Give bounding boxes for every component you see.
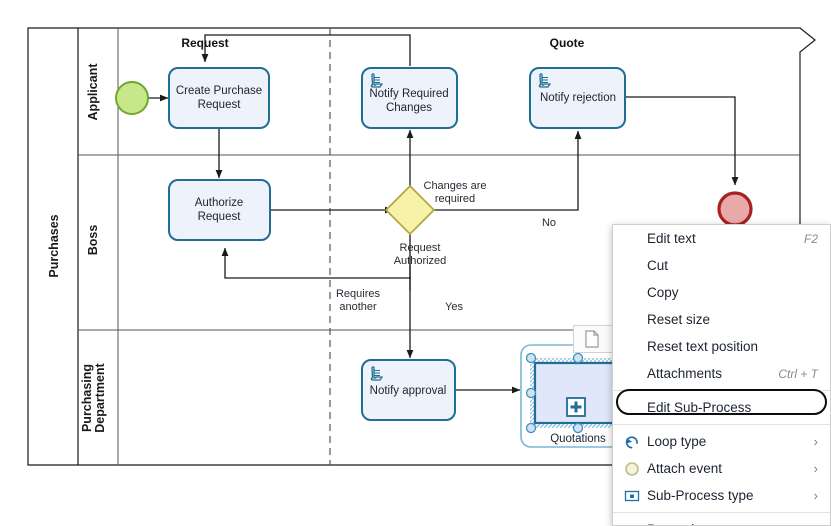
- menu-icon-placeholder: [621, 338, 643, 356]
- menu-separator: [613, 390, 830, 391]
- menu-item-properties[interactable]: Properties F4: [613, 516, 830, 526]
- menu-item-reset-text-position[interactable]: Reset text position: [613, 333, 830, 360]
- task-authorize-request[interactable]: Authorize Request: [169, 180, 270, 240]
- svg-text:Changes: Changes: [386, 102, 432, 114]
- menu-separator: [613, 424, 830, 425]
- lane-label-purchasing-department: Purchasing Department: [80, 362, 107, 432]
- start-event[interactable]: [116, 82, 148, 114]
- menu-item-reset-size[interactable]: Reset size: [613, 306, 830, 333]
- menu-item-edit-sub-process[interactable]: Edit Sub-Process: [613, 394, 830, 421]
- menu-icon-placeholder: [621, 230, 643, 248]
- menu-icon-placeholder: [621, 399, 643, 417]
- svg-text:Create Purchase: Create Purchase: [176, 85, 262, 97]
- svg-text:Request: Request: [400, 242, 441, 254]
- phase-label-quote: Quote: [550, 36, 585, 50]
- menu-item-cut[interactable]: Cut: [613, 252, 830, 279]
- menu-item-attachments[interactable]: Attachments Ctrl + T: [613, 360, 830, 387]
- task-label: Notify approval: [370, 385, 447, 397]
- menu-item-label: Attachments: [647, 366, 768, 381]
- collapsed-marker-icon[interactable]: [567, 398, 585, 416]
- diagram-canvas[interactable]: Purchases Applicant Boss Purchasing Depa…: [0, 0, 831, 526]
- task-notify-approval[interactable]: Notify approval: [362, 360, 455, 420]
- menu-item-label: Loop type: [647, 434, 804, 449]
- svg-text:Authorized: Authorized: [394, 255, 447, 267]
- menu-item-label: Edit Sub-Process: [647, 400, 818, 415]
- circle-icon: [621, 460, 643, 478]
- task-notify-required-changes[interactable]: Notify Required Changes: [362, 68, 457, 128]
- chevron-right-icon: ›: [814, 461, 818, 476]
- menu-item-label: Edit text: [647, 231, 794, 246]
- flow-label-yes: Yes: [445, 301, 463, 313]
- svg-text:Department: Department: [93, 362, 107, 432]
- menu-item-copy[interactable]: Copy: [613, 279, 830, 306]
- lane-label-applicant: Applicant: [86, 63, 100, 121]
- menu-item-label: Reset size: [647, 312, 818, 327]
- menu-item-shortcut: Ctrl + T: [778, 367, 818, 381]
- menu-item-label: Sub-Process type: [647, 488, 804, 503]
- flow-label-requires-another: Requires another: [336, 288, 381, 313]
- svg-text:Request: Request: [198, 211, 242, 223]
- task-notify-rejection[interactable]: Notify rejection: [530, 68, 625, 128]
- menu-item-attach-event[interactable]: Attach event ›: [613, 455, 830, 482]
- subprocess-icon: [621, 487, 643, 505]
- menu-item-label: Copy: [647, 285, 818, 300]
- svg-text:Requires: Requires: [336, 288, 381, 300]
- menu-icon-placeholder: [621, 311, 643, 329]
- menu-item-label: Cut: [647, 258, 818, 273]
- flow-label-no: No: [542, 217, 556, 229]
- menu-icon-placeholder: [621, 257, 643, 275]
- menu-item-label: Reset text position: [647, 339, 818, 354]
- svg-text:required: required: [435, 193, 475, 205]
- svg-text:Purchasing: Purchasing: [80, 364, 94, 432]
- menu-item-label: Properties: [647, 522, 794, 526]
- svg-text:Notify Required: Notify Required: [369, 88, 448, 100]
- menu-separator: [613, 512, 830, 513]
- menu-item-shortcut: F2: [804, 232, 818, 246]
- end-event[interactable]: [719, 193, 751, 225]
- chevron-right-icon: ›: [814, 434, 818, 449]
- menu-item-edit-text[interactable]: Edit text F2: [613, 225, 830, 252]
- menu-item-loop-type[interactable]: Loop type ›: [613, 428, 830, 455]
- task-create-purchase-request[interactable]: Create Purchase Request: [169, 68, 269, 128]
- pool-label: Purchases: [47, 214, 61, 277]
- page-icon[interactable]: [580, 328, 604, 350]
- svg-text:Authorize: Authorize: [195, 197, 244, 209]
- task-label: Notify rejection: [540, 92, 616, 104]
- menu-icon-placeholder: [621, 284, 643, 302]
- svg-text:Changes are: Changes are: [424, 180, 487, 192]
- context-menu[interactable]: Edit text F2 Cut Copy Reset size Reset t…: [612, 224, 831, 526]
- menu-item-shortcut: F4: [804, 523, 818, 526]
- menu-icon-placeholder: [621, 365, 643, 383]
- lane-label-boss: Boss: [86, 225, 100, 256]
- menu-item-sub-process-type[interactable]: Sub-Process type ›: [613, 482, 830, 509]
- loop-icon: [621, 433, 643, 451]
- svg-text:another: another: [339, 301, 377, 313]
- subprocess-label: Quotations: [550, 433, 606, 445]
- chevron-right-icon: ›: [814, 488, 818, 503]
- menu-icon-placeholder: [621, 521, 643, 526]
- menu-item-label: Attach event: [647, 461, 804, 476]
- svg-text:Request: Request: [198, 99, 242, 111]
